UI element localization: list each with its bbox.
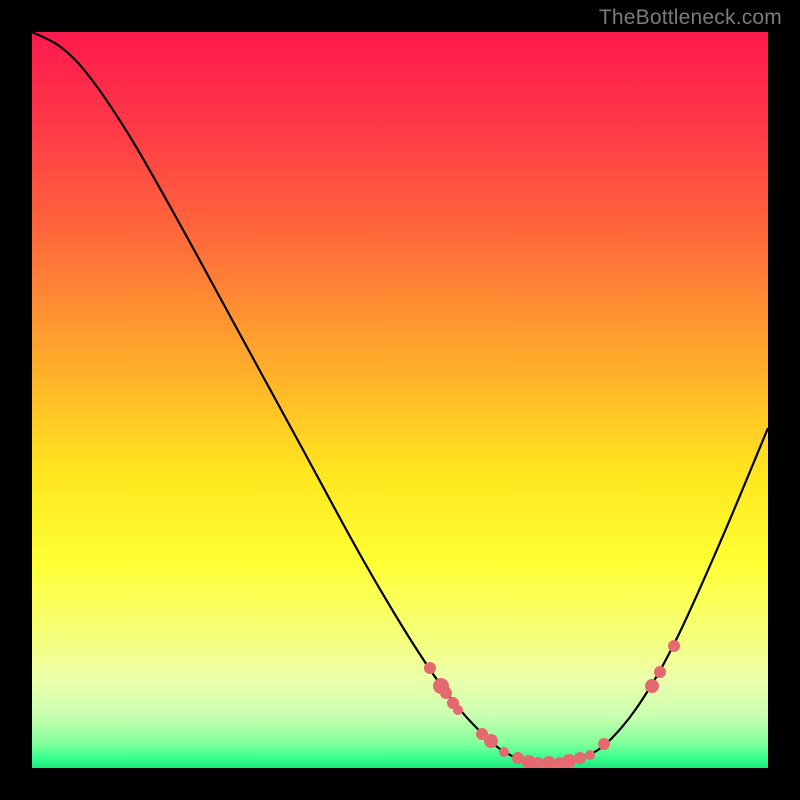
plot-frame xyxy=(32,32,768,768)
watermark-text: TheBottleneck.com xyxy=(599,6,782,30)
data-marker xyxy=(654,666,666,678)
data-marker xyxy=(668,640,680,652)
data-marker xyxy=(645,679,659,693)
data-marker xyxy=(598,738,610,750)
plot-background xyxy=(32,32,768,768)
data-marker xyxy=(499,747,509,757)
data-marker xyxy=(484,734,498,748)
data-marker xyxy=(424,662,436,674)
data-marker xyxy=(574,752,586,764)
gradient-rect xyxy=(32,32,768,768)
data-marker xyxy=(440,687,452,699)
data-marker xyxy=(585,750,595,760)
data-marker xyxy=(453,705,463,715)
data-marker xyxy=(562,754,576,768)
